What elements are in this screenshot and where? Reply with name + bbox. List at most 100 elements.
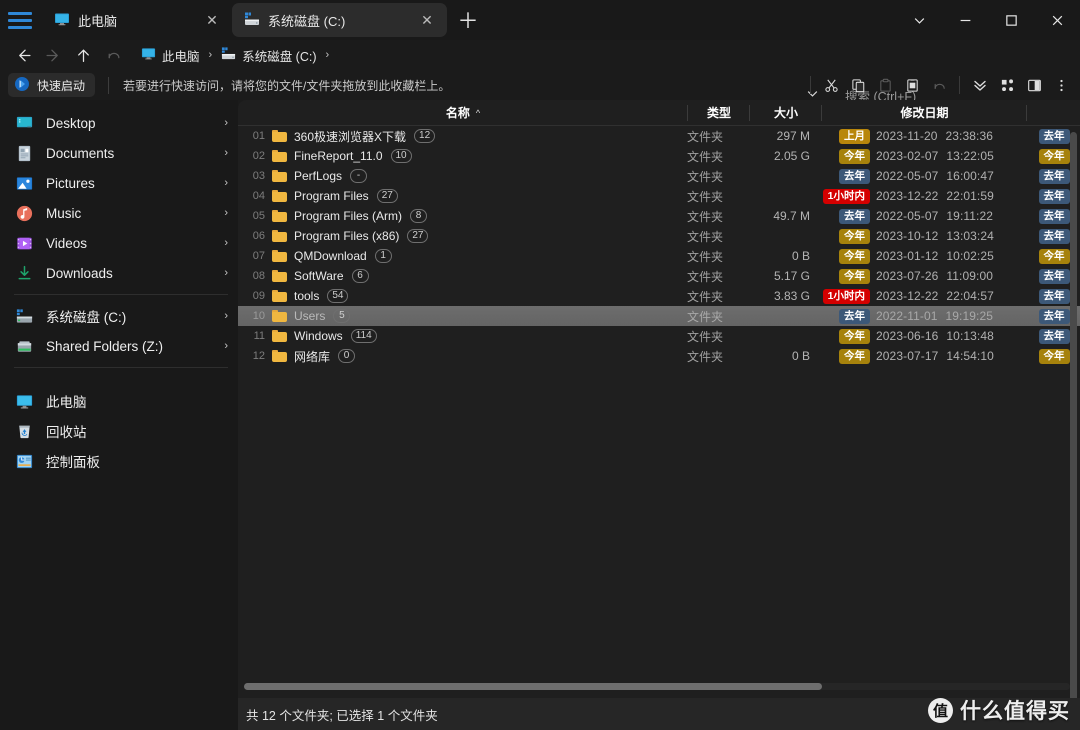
sidebar-item-documents[interactable]: Documents › — [0, 138, 238, 168]
folder-icon — [272, 350, 294, 362]
table-row[interactable]: 07 QMDownload 1 文件夹 0 B 今年 2023-01-12 10:02:25 今… — [238, 246, 1080, 266]
table-row[interactable]: 02 FineReport_11.0 10 文件夹 2.05 G 今年 2023-02-07… — [238, 146, 1080, 166]
file-name-cell[interactable]: Program Files 27 — [294, 189, 674, 203]
file-name: FineReport_11.0 — [294, 149, 383, 163]
breadcrumb-label: 系统磁盘 (C:) — [242, 49, 317, 64]
up-arrow-icon[interactable] — [68, 42, 98, 68]
column-header-size[interactable]: 大小 — [750, 100, 822, 126]
kebab-menu-icon[interactable] — [1048, 72, 1074, 98]
modified-date: 2023-07-26 11:09:00 — [876, 269, 1028, 283]
file-name-cell[interactable]: Program Files (Arm) 8 — [294, 209, 674, 223]
modified-date: 2022-11-01 19:19:25 — [876, 309, 1028, 323]
sidebar-item-this-pc[interactable]: 此电脑 — [0, 386, 238, 416]
undo-button[interactable] — [926, 72, 952, 98]
chevron-right-icon[interactable]: › — [224, 117, 228, 129]
close-icon[interactable]: ✕ — [202, 10, 222, 30]
column-label: 大小 — [773, 106, 798, 120]
file-name-cell[interactable]: SoftWare 6 — [294, 269, 674, 283]
vertical-scrollbar-thumb[interactable] — [1070, 132, 1077, 702]
row-index: 04 — [252, 190, 265, 202]
sort-button[interactable] — [967, 72, 993, 98]
folder-icon — [272, 290, 294, 302]
forward-arrow-icon[interactable] — [38, 42, 68, 68]
new-tab-button[interactable]: ＋ — [453, 5, 483, 35]
file-name-cell[interactable]: Windows 114 — [294, 329, 674, 343]
table-row[interactable]: 09 tools 54 文件夹 3.83 G 1小时内 2023-12-22 22:04:57… — [238, 286, 1080, 306]
sidebar-item-system-drive[interactable]: 系统磁盘 (C:) › — [0, 301, 238, 331]
close-icon[interactable] — [1034, 0, 1080, 40]
table-row[interactable]: 11 Windows 114 文件夹 今年 2023-06-16 10:13:48 去年 — [238, 326, 1080, 346]
chevron-right-icon[interactable]: › — [224, 237, 228, 249]
file-name-cell[interactable]: Users 5 — [294, 309, 674, 323]
chevron-right-icon[interactable]: › — [224, 207, 228, 219]
sidebar-item-pictures[interactable]: Pictures › — [0, 168, 238, 198]
sidebar-item-control-panel[interactable]: 控制面板 — [0, 446, 238, 476]
file-name-cell[interactable]: FineReport_11.0 10 — [294, 149, 674, 163]
folder-icon — [272, 250, 294, 262]
chevron-down-icon[interactable] — [896, 0, 942, 40]
chevron-right-icon[interactable]: › — [224, 147, 228, 159]
table-row[interactable]: 10 Users 5 文件夹 去年 2022-11-01 19:19:25 去年 — [238, 306, 1080, 326]
sidebar-item-label: Music — [46, 205, 82, 221]
sidebar-item-recycle-bin[interactable]: 回收站 — [0, 416, 238, 446]
delete-button[interactable] — [899, 72, 925, 98]
item-count-badge: 10 — [390, 149, 412, 163]
file-name-cell[interactable]: QMDownload 1 — [294, 249, 674, 263]
panel-button[interactable] — [1021, 72, 1047, 98]
column-header-name[interactable]: 名称 ^ — [238, 100, 688, 126]
tab-system-drive[interactable]: 系统磁盘 (C:) ✕ — [232, 3, 447, 37]
table-row[interactable]: 06 Program Files (x86) 27 文件夹 今年 2023-10-12 13… — [238, 226, 1080, 246]
undo-icon[interactable] — [98, 42, 128, 68]
hamburger-menu-icon[interactable] — [8, 10, 34, 30]
status-badge: 今年 — [839, 148, 870, 164]
file-name-cell[interactable]: tools 54 — [294, 289, 674, 303]
table-row[interactable]: 05 Program Files (Arm) 8 文件夹 49.7 M 去年 2022-05… — [238, 206, 1080, 226]
column-header-type[interactable]: 类型 — [688, 100, 750, 126]
chevron-right-icon[interactable]: › — [224, 310, 228, 322]
file-explorer-window: 此电脑 ✕ 系统磁盘 (C:) ✕ ＋ 此电脑 › 系统磁盘 (C:) › 搜索… — [0, 0, 1080, 730]
date-value: 2023-07-26 — [876, 269, 939, 283]
table-row[interactable]: 01 360极速浏览器X下载 12 文件夹 297 M 上月 2023-11-20 23:38… — [238, 126, 1080, 146]
horizontal-scrollbar-thumb[interactable] — [244, 683, 822, 690]
view-button[interactable] — [994, 72, 1020, 98]
sidebar-item-desktop[interactable]: Desktop › — [0, 108, 238, 138]
cut-button[interactable] — [818, 72, 844, 98]
sidebar-item-videos[interactable]: Videos › — [0, 228, 238, 258]
pictures-icon — [14, 173, 34, 193]
table-row[interactable]: 04 Program Files 27 文件夹 1小时内 2023-12-22 22:01:… — [238, 186, 1080, 206]
time-value: 22:01:59 — [946, 189, 994, 203]
breadcrumb-item-this-pc[interactable]: 此电脑 — [138, 44, 203, 67]
file-name-cell[interactable]: 网络库 0 — [294, 348, 674, 365]
quick-launch-button[interactable]: 快速启动 — [8, 73, 96, 97]
sort-ascending-icon: ^ — [475, 107, 481, 118]
tab-this-pc[interactable]: 此电脑 ✕ — [42, 3, 232, 37]
maximize-icon[interactable] — [988, 0, 1034, 40]
file-name-cell[interactable]: 360极速浏览器X下载 12 — [294, 128, 674, 145]
table-row[interactable]: 12 网络库 0 文件夹 0 B 今年 2023-07-17 14:54:10 今年 — [238, 346, 1080, 366]
column-header-date[interactable]: 修改日期 — [822, 100, 1027, 126]
modified-date: 2023-11-20 23:38:36 — [876, 129, 1028, 143]
date-value: 2022-05-07 — [876, 209, 939, 223]
file-name-cell[interactable]: Program Files (x86) 27 — [294, 229, 674, 243]
close-icon[interactable]: ✕ — [417, 10, 437, 30]
horizontal-scrollbar[interactable] — [244, 683, 1070, 690]
sidebar-item-shared-folders[interactable]: Shared Folders (Z:) › — [0, 331, 238, 361]
sidebar-item-downloads[interactable]: Downloads › — [0, 258, 238, 288]
chevron-right-icon[interactable]: › — [224, 267, 228, 279]
sidebar-item-music[interactable]: Music › — [0, 198, 238, 228]
chevron-right-icon[interactable]: › — [224, 177, 228, 189]
copy-button[interactable] — [845, 72, 871, 98]
sidebar-item-label: 此电脑 — [46, 395, 87, 410]
back-arrow-icon[interactable] — [8, 42, 38, 68]
vertical-scrollbar[interactable] — [1070, 132, 1077, 718]
table-row[interactable]: 08 SoftWare 6 文件夹 5.17 G 今年 2023-07-26 11:09:00… — [238, 266, 1080, 286]
breadcrumb-item-system-drive[interactable]: 系统磁盘 (C:) — [218, 44, 319, 67]
file-type: 文件夹 — [686, 309, 723, 324]
table-row[interactable]: 03 PerfLogs - 文件夹 去年 2022-05-07 16:00:47 去年 — [238, 166, 1080, 186]
file-name-cell[interactable]: PerfLogs - — [294, 169, 674, 183]
folder-icon — [272, 230, 294, 242]
chevron-right-icon[interactable]: › — [224, 340, 228, 352]
minimize-icon[interactable] — [942, 0, 988, 40]
date-value: 2022-11-01 — [876, 309, 938, 323]
paste-button[interactable] — [872, 72, 898, 98]
